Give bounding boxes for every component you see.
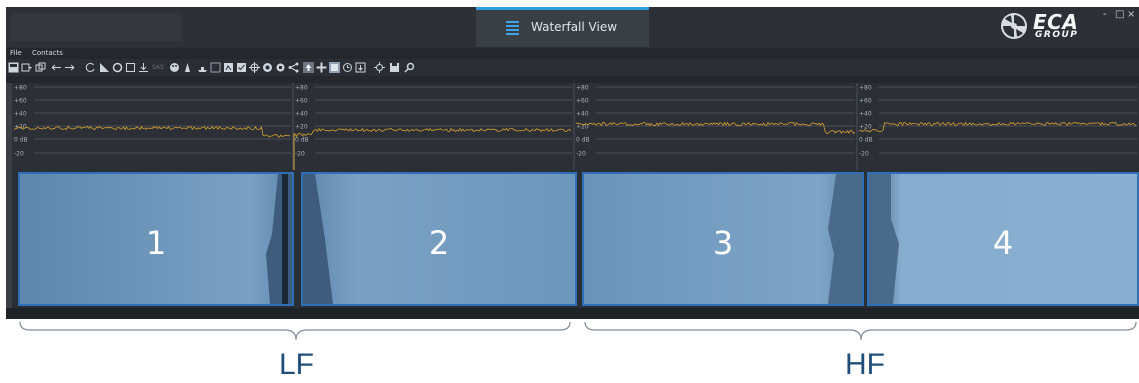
eca-group-logo: ECA GROUP — [999, 10, 1099, 43]
logo-subtext: GROUP — [1035, 30, 1079, 40]
lf-label: LF — [279, 348, 315, 381]
save-icon[interactable] — [389, 62, 400, 73]
toolbar: SAS — [6, 59, 1139, 76]
signal-gridline-label: +40 — [295, 111, 308, 118]
contrast-icon[interactable] — [223, 62, 234, 73]
download-icon[interactable] — [138, 62, 149, 73]
image-icon[interactable] — [210, 62, 221, 73]
signal-gridline-label: +60 — [576, 98, 589, 105]
sonar-panel-4[interactable]: 4 — [867, 172, 1139, 306]
person-icon[interactable] — [182, 62, 193, 73]
signal-gridline-label: 0 dB — [576, 137, 590, 144]
sonar-panel-3[interactable]: 3 — [582, 172, 864, 306]
copy-icon[interactable] — [35, 62, 46, 73]
layout-dropdown-icon[interactable] — [21, 62, 32, 73]
frequency-brackets — [19, 321, 1137, 341]
title-bar-left-area — [10, 13, 182, 41]
hf-label: HF — [845, 348, 885, 381]
layout-icon[interactable] — [8, 62, 19, 73]
signal-gridline-label: +20 — [295, 124, 308, 131]
target2-icon[interactable] — [374, 62, 385, 73]
signal-gridline-label: -20 — [576, 151, 586, 158]
signal-gridline-label: +40 — [859, 111, 872, 118]
ship-icon[interactable] — [197, 62, 208, 73]
lf-bracket — [19, 321, 571, 341]
signal-gridline-label: +80 — [14, 85, 27, 92]
title-bar: Waterfall View ECA GROUP - □ × — [6, 7, 1139, 47]
share-icon[interactable] — [288, 62, 299, 73]
signal-gridline-label: +40 — [576, 111, 589, 118]
sonar-application-window: Waterfall View ECA GROUP - □ × File Cont… — [6, 7, 1139, 319]
tab-label: Waterfall View — [531, 20, 618, 34]
signal-gridline-label: 0 dB — [14, 137, 28, 144]
signal-amplitude-panel: +80 +60 +40 +20 0 dB -20 +80 +60 +40 +20 0 dB -20 +8… — [12, 83, 1139, 170]
menu-contacts[interactable]: Contacts — [32, 48, 63, 59]
signal-gridline-label: -20 — [859, 151, 869, 158]
signal-trace — [294, 127, 572, 138]
signal-gridline-label: +80 — [295, 85, 308, 92]
circle-icon[interactable] — [112, 62, 123, 73]
signal-gridline-label: 0 dB — [295, 137, 309, 144]
signal-gridline-label: +20 — [14, 124, 27, 131]
signal-amplitude-chart: +80 +60 +40 +20 0 dB -20 +80 +60 +40 +20 0 dB -20 +8… — [13, 83, 1137, 170]
panel-number-3: 3 — [712, 224, 734, 262]
target-icon[interactable] — [262, 62, 273, 73]
signal-gridline-label: -20 — [14, 151, 24, 158]
waterfall-icon — [506, 21, 519, 35]
maximize-button[interactable]: □ — [1115, 9, 1124, 20]
signal-gridline-label: +40 — [14, 111, 27, 118]
sonar-panel-2[interactable]: 2 — [301, 172, 577, 306]
sas-icon[interactable]: SAS — [152, 62, 166, 73]
menu-bar: File Contacts — [6, 48, 1139, 59]
grid-icon[interactable] — [329, 62, 340, 73]
signal-gridline-label: +20 — [859, 124, 872, 131]
timeline-ruler — [6, 76, 1139, 83]
signal-trace — [858, 121, 1137, 133]
signal-gridline-label: +80 — [576, 85, 589, 92]
signal-trace — [13, 125, 291, 138]
sonar-waterfall-area: 1 2 3 4 — [12, 170, 1139, 308]
signal-trace — [575, 121, 856, 135]
hf-bracket — [584, 321, 1137, 341]
panel-number-4: 4 — [992, 224, 1014, 262]
sonar-panel-1[interactable]: 1 — [18, 172, 294, 306]
export-icon[interactable] — [355, 62, 366, 73]
signal-gridline-label: +60 — [14, 98, 27, 105]
minimize-button[interactable]: - — [1103, 9, 1107, 20]
clock-icon[interactable] — [342, 62, 353, 73]
signal-gridline-label: +60 — [859, 98, 872, 105]
palette-icon[interactable] — [169, 62, 180, 73]
crosshair-icon[interactable] — [249, 62, 260, 73]
search-icon[interactable] — [404, 62, 415, 73]
triangle-icon[interactable] — [99, 62, 110, 73]
signal-gridline-label: +60 — [295, 98, 308, 105]
rotate-icon[interactable] — [85, 62, 96, 73]
arrow-right-icon[interactable] — [64, 62, 75, 73]
close-button[interactable]: × — [1127, 9, 1135, 20]
checkbox-icon[interactable] — [236, 62, 247, 73]
tab-waterfall-view[interactable]: Waterfall View — [476, 7, 649, 47]
move-icon[interactable] — [316, 62, 327, 73]
menu-file[interactable]: File — [10, 48, 22, 59]
arrow-left-icon[interactable] — [51, 62, 62, 73]
record-icon[interactable] — [275, 62, 286, 73]
signal-gridline-label: +80 — [859, 85, 872, 92]
square-icon[interactable] — [125, 62, 136, 73]
panel-number-1: 1 — [145, 224, 167, 262]
signal-gridline-label: 0 dB — [859, 137, 873, 144]
signal-gridline-label: -20 — [295, 151, 305, 158]
eca-logo-mark-icon — [1001, 13, 1027, 39]
panel-number-2: 2 — [428, 224, 450, 262]
up-icon[interactable] — [303, 62, 314, 73]
